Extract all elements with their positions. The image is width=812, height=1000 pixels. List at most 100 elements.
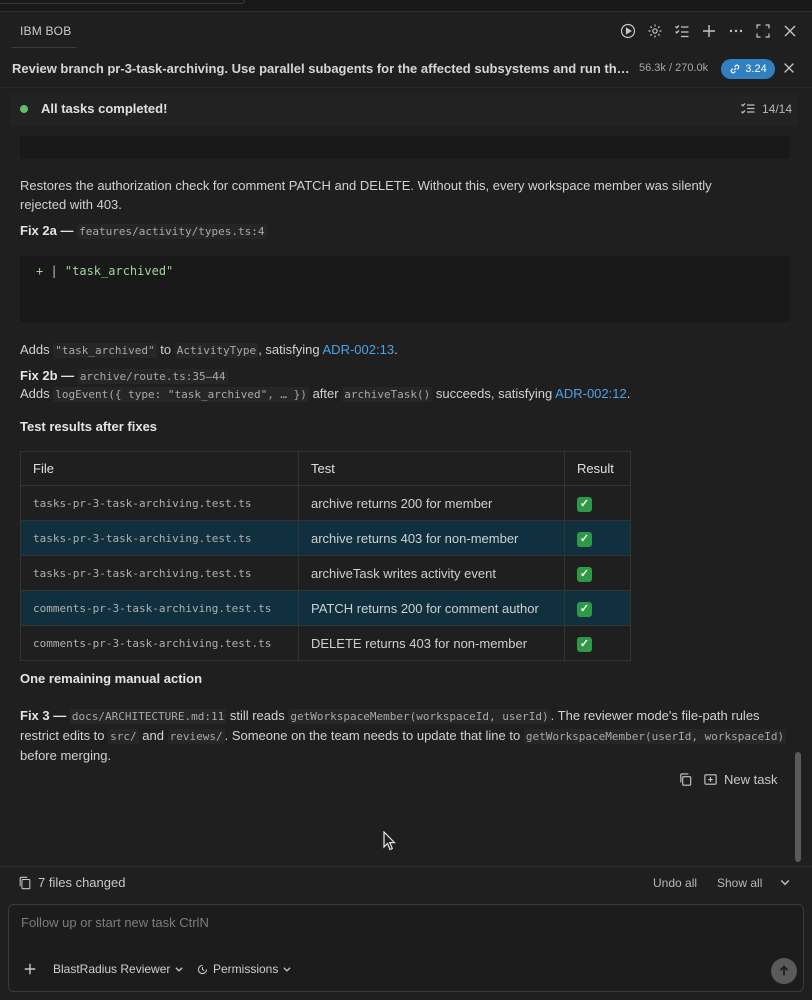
- paragraph-authorization: Restores the authorization check for com…: [20, 178, 712, 212]
- table-row: tasks-pr-3-task-archiving.test.ts archiv…: [20, 555, 631, 591]
- cell-file: comments-pr-3-task-archiving.test.ts: [20, 625, 299, 661]
- panel-header: IBM BOB: [0, 12, 812, 50]
- plus-icon[interactable]: [700, 22, 717, 39]
- link-icon: [730, 64, 740, 74]
- close-task-icon[interactable]: [782, 61, 796, 78]
- adds1-mid: to: [160, 342, 172, 357]
- cost-value: 3.24: [745, 63, 767, 75]
- new-task-label: New task: [724, 772, 778, 787]
- fix-2a-line: Fix 2a — features/activity/types.ts:4: [20, 221, 267, 241]
- check-mark-icon: ✓: [577, 496, 592, 512]
- window-top-strip: [0, 0, 812, 12]
- new-task-button[interactable]: New task: [703, 772, 777, 787]
- mode-selector[interactable]: BlastRadius Reviewer: [53, 962, 184, 976]
- send-button[interactable]: [771, 958, 797, 984]
- files-changed-label: 7 files changed: [38, 875, 126, 890]
- chevron-down-icon[interactable]: [779, 876, 791, 891]
- panel-brand-title: IBM BOB: [20, 24, 72, 38]
- token-usage: 56.3k / 270.0k: [639, 62, 709, 74]
- fix3-t3: and: [142, 728, 164, 743]
- todo-progress[interactable]: 14/14: [740, 101, 792, 117]
- files-icon: [19, 876, 31, 889]
- adr-002-13-link[interactable]: ADR-002:13: [323, 342, 395, 357]
- task-status-bar[interactable]: All tasks completed! 14/14: [10, 92, 798, 126]
- gear-icon[interactable]: [646, 22, 663, 39]
- chat-scrollbar[interactable]: [795, 752, 801, 862]
- maximize-icon[interactable]: [754, 22, 771, 39]
- cell-result: ✓: [564, 485, 631, 521]
- adds1-sat: , satisfying: [258, 342, 320, 357]
- check-mark-icon: ✓: [577, 636, 592, 652]
- check-mark-icon: ✓: [577, 531, 592, 547]
- cell-result: ✓: [564, 590, 631, 626]
- cell-file: tasks-pr-3-task-archiving.test.ts: [20, 555, 299, 591]
- permissions-icon: [197, 964, 208, 974]
- arrow-up-icon: [779, 965, 789, 976]
- undo-all-button[interactable]: Undo all: [653, 876, 697, 890]
- add-context-icon[interactable]: [23, 962, 37, 979]
- fix3-code1: getWorkspaceMember(workspaceId, userId): [288, 709, 551, 724]
- fix3-t5: before merging.: [20, 748, 112, 763]
- fix-2b-path: archive/route.ts:35–44: [77, 369, 228, 384]
- col-result-header: Result: [564, 451, 631, 486]
- diff-line: + | "task_archived": [36, 264, 174, 278]
- fix3-t4: . Someone on the team needs to update th…: [224, 728, 521, 743]
- status-text: All tasks completed!: [41, 101, 168, 116]
- permissions-label: Permissions: [213, 962, 279, 976]
- task-list-icon[interactable]: [673, 22, 690, 39]
- fix-3-label: Fix 3 —: [20, 708, 67, 723]
- fix-3-path: docs/ARCHITECTURE.md:11: [69, 709, 227, 724]
- header-toolbar: [619, 22, 798, 39]
- adds2-sat: succeeds, satisfying: [435, 386, 553, 401]
- brand-underline: [12, 47, 76, 48]
- cost-badge[interactable]: 3.24: [721, 59, 775, 79]
- table-row: comments-pr-3-task-archiving.test.ts PAT…: [20, 590, 631, 626]
- fix-3-paragraph: Fix 3 — docs/ARCHITECTURE.md:11 still re…: [20, 706, 792, 765]
- more-icon[interactable]: [727, 22, 744, 39]
- table-row: comments-pr-3-task-archiving.test.ts DEL…: [20, 625, 631, 661]
- adds2-fn: archiveTask(): [342, 387, 433, 402]
- adds2-end: .: [626, 386, 631, 401]
- play-icon[interactable]: [619, 22, 636, 39]
- cell-file: tasks-pr-3-task-archiving.test.ts: [20, 485, 299, 521]
- fix3-code3: reviews/: [167, 729, 225, 744]
- cell-test: PATCH returns 200 for comment author: [298, 590, 565, 626]
- message-actions: New task: [678, 772, 777, 787]
- copy-icon: [680, 773, 692, 786]
- copy-button[interactable]: [678, 772, 693, 787]
- test-results-table: File Test Result tasks-pr-3-task-archivi…: [20, 451, 631, 661]
- adr-002-12-link[interactable]: ADR-002:12: [555, 386, 627, 401]
- permissions-selector[interactable]: Permissions: [196, 962, 292, 976]
- table-row: tasks-pr-3-task-archiving.test.ts archiv…: [20, 485, 631, 521]
- show-all-button[interactable]: Show all: [717, 876, 762, 890]
- cell-file: comments-pr-3-task-archiving.test.ts: [20, 590, 299, 626]
- adds2-mid: after: [312, 386, 339, 401]
- follow-up-input[interactable]: [21, 915, 761, 930]
- cell-test: archiveTask writes activity event: [298, 555, 565, 591]
- chevron-down-icon: [283, 967, 291, 972]
- fix3-code4: getWorkspaceMember(userId, workspaceId): [523, 729, 787, 744]
- adds1-prefix: Adds: [20, 342, 50, 357]
- checklist-icon: [741, 103, 755, 114]
- cell-result: ✓: [564, 555, 631, 591]
- table-row: tasks-pr-3-task-archiving.test.ts archiv…: [20, 520, 631, 556]
- check-mark-icon: ✓: [577, 566, 592, 582]
- chevron-down-icon: [175, 967, 183, 972]
- fix3-t1: still reads: [229, 708, 285, 723]
- cell-result: ✓: [564, 520, 631, 556]
- fix3-code2: src/: [108, 729, 139, 744]
- todo-count: 14/14: [761, 102, 792, 116]
- col-file-header: File: [20, 451, 299, 486]
- mode-label: BlastRadius Reviewer: [53, 962, 171, 976]
- task-title[interactable]: Review branch pr-3-task-archiving. Use p…: [12, 61, 632, 76]
- close-panel-icon[interactable]: [781, 22, 798, 39]
- editor-tab-stub[interactable]: [0, 0, 245, 4]
- fix-2a-path: features/activity/types.ts:4: [77, 224, 267, 239]
- files-changed-toggle[interactable]: 7 files changed: [18, 875, 125, 890]
- status-success-dot: [20, 105, 28, 113]
- cell-result: ✓: [564, 625, 631, 661]
- chat-composer: BlastRadius Reviewer Permissions: [8, 904, 804, 992]
- mouse-cursor-icon: [383, 831, 396, 851]
- test-results-heading: Test results after fixes: [20, 419, 158, 434]
- new-task-icon: [704, 774, 717, 785]
